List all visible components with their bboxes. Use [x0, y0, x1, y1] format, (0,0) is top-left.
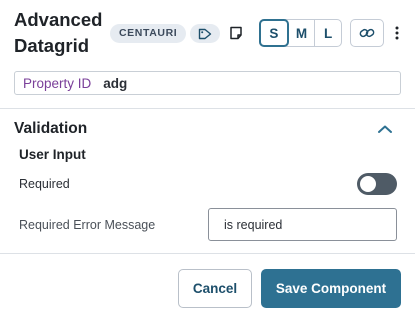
- cancel-button[interactable]: Cancel: [178, 269, 252, 308]
- link-button[interactable]: [350, 19, 384, 47]
- property-id-label: Property ID: [23, 75, 92, 91]
- component-title-line2: Datagrid: [14, 35, 90, 56]
- sticky-note-icon: [230, 26, 242, 40]
- required-label: Required: [19, 177, 70, 191]
- note-button[interactable]: [227, 24, 245, 42]
- link-icon: [359, 28, 375, 38]
- user-input-title: User Input: [19, 147, 86, 162]
- size-s-button[interactable]: S: [259, 19, 289, 47]
- property-id-field[interactable]: Property ID adg: [14, 71, 401, 95]
- header-divider: [0, 108, 415, 109]
- chevron-up-icon: [378, 125, 392, 133]
- size-m-button[interactable]: M: [289, 20, 316, 46]
- environment-badge: CENTAURI: [110, 24, 187, 43]
- tag-icon: [198, 28, 212, 39]
- component-title: Advanced Datagrid: [14, 7, 114, 59]
- collapse-validation-button[interactable]: [375, 121, 395, 137]
- vertical-dots-icon: [395, 26, 399, 40]
- tag-button[interactable]: [190, 24, 220, 43]
- more-options-button[interactable]: [391, 22, 403, 44]
- required-error-message-label: Required Error Message: [19, 218, 156, 232]
- save-component-button[interactable]: Save Component: [261, 269, 401, 308]
- size-selector: S M L: [259, 19, 342, 47]
- required-error-message-input[interactable]: [208, 208, 397, 241]
- size-l-button[interactable]: L: [315, 20, 341, 46]
- validation-section-title: Validation: [14, 120, 88, 137]
- footer-divider: [0, 253, 415, 254]
- toggle-knob: [360, 176, 376, 192]
- required-toggle[interactable]: [357, 173, 397, 195]
- component-title-line1: Advanced: [14, 9, 103, 30]
- property-id-value: adg: [103, 75, 128, 91]
